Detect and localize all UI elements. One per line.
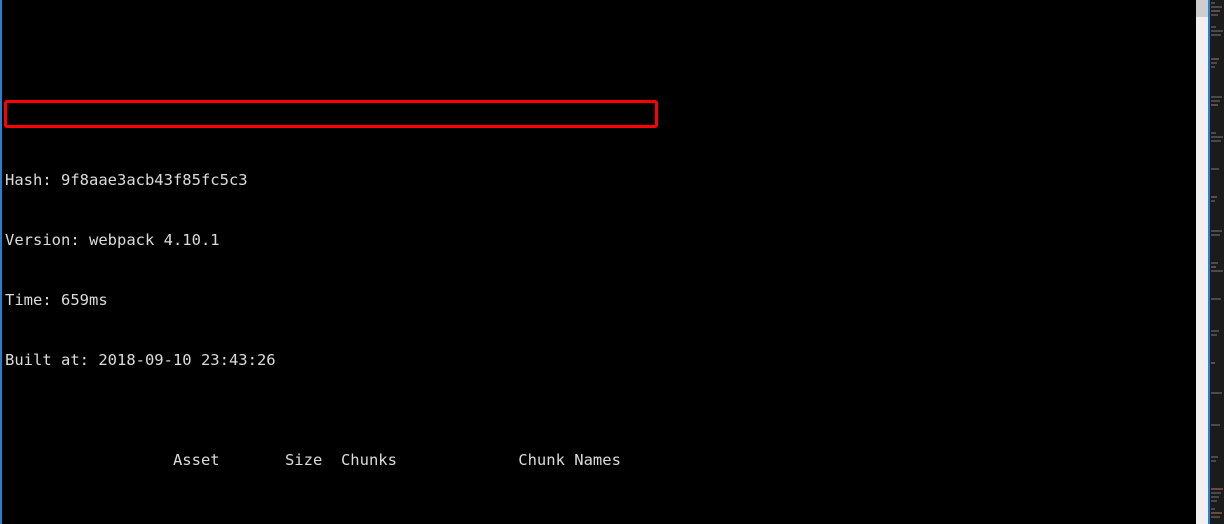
minimap-row [1211, 334, 1217, 336]
minimap-row [1211, 136, 1223, 138]
console-line-truncated [2, 70, 1196, 90]
minimap-row [1211, 2, 1215, 4]
minimap-row [1211, 330, 1219, 332]
minimap-row [1211, 10, 1220, 12]
console-output-pane[interactable]: Hash: 9f8aae3acb43f85fc5c3 Version: webp… [0, 0, 1196, 524]
minimap-row [1211, 492, 1221, 494]
minimap-row [1211, 234, 1220, 236]
minimap-row [1211, 262, 1218, 264]
minimap-row [1211, 200, 1215, 202]
minimap-row [1211, 512, 1222, 514]
build-timestamp-line: Built at: 2018-09-10 23:43:26 [5, 351, 276, 369]
minimap-row [1211, 424, 1220, 426]
minimap-row [1211, 62, 1217, 64]
minimap-row [1211, 298, 1221, 300]
minimap-row [1211, 30, 1223, 32]
vertical-scrollbar[interactable] [1196, 0, 1208, 524]
minimap-row [1211, 270, 1223, 272]
minimap-row [1211, 456, 1218, 458]
minimap-row [1211, 488, 1223, 490]
minimap-row [1211, 460, 1216, 462]
minimap-row [1211, 516, 1220, 518]
minimap-strip[interactable] [1208, 0, 1224, 524]
minimap-row [1211, 362, 1215, 364]
minimap-row [1211, 104, 1218, 106]
minimap-row [1211, 14, 1218, 16]
build-time-line: Time: 659ms [5, 291, 108, 309]
scrollbar-thumb[interactable] [1196, 0, 1208, 17]
asset-table-header: Asset Size Chunks Chunk Names [5, 451, 621, 469]
minimap-row [1211, 168, 1219, 170]
minimap-row [1211, 392, 1222, 394]
build-hash-line: Hash: 9f8aae3acb43f85fc5c3 [5, 171, 248, 189]
minimap-row [1211, 196, 1217, 198]
minimap-row [1211, 34, 1221, 36]
minimap-row [1211, 140, 1221, 142]
minimap-row [1211, 96, 1222, 98]
console-text-body: Hash: 9f8aae3acb43f85fc5c3 Version: webp… [2, 0, 1196, 524]
minimap-row [1211, 496, 1219, 498]
minimap-row [1211, 66, 1215, 68]
minimap-row [1211, 58, 1219, 60]
minimap-row [1211, 6, 1222, 8]
minimap-row [1211, 508, 1215, 510]
minimap-row [1211, 26, 1216, 28]
minimap-row [1211, 132, 1216, 134]
build-version-line: Version: webpack 4.10.1 [5, 231, 220, 249]
minimap-row [1211, 266, 1216, 268]
minimap-row [1211, 230, 1222, 232]
minimap-row [1211, 100, 1220, 102]
terminal-window: Hash: 9f8aae3acb43f85fc5c3 Version: webp… [0, 0, 1224, 524]
minimap-row [1211, 500, 1217, 502]
